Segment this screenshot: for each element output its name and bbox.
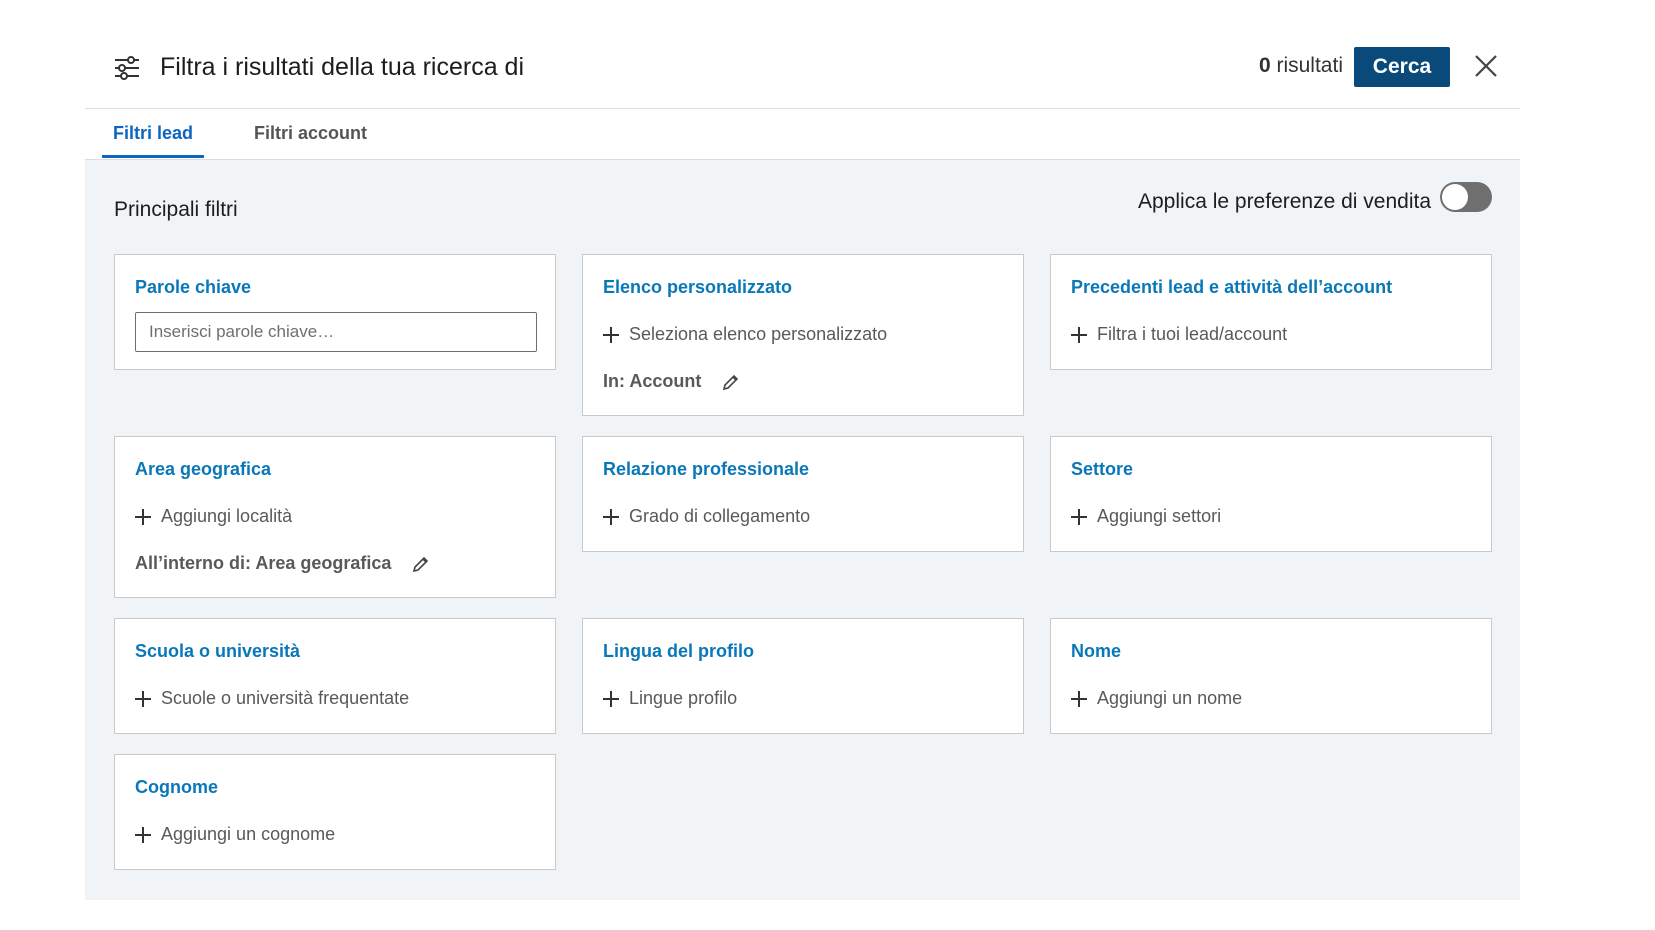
plus-icon [135,508,151,525]
add-location[interactable]: Aggiungi località [135,506,292,527]
add-profile-language[interactable]: Lingue profilo [603,688,737,709]
card-past-activity: Precedenti lead e attività dell’account … [1050,254,1492,370]
plus-icon [603,690,619,707]
scope-row: All’interno di: Area geografica [135,553,431,574]
add-label: Aggiungi settori [1097,506,1222,526]
toggle-knob [1442,184,1468,210]
filter-tabs: Filtri lead Filtri account [85,109,1520,160]
card-title: Scuola o università [135,641,301,661]
results-count: 0 risultati [1259,54,1343,78]
card-first-name: Nome Aggiungi un nome [1050,618,1492,734]
add-first-name[interactable]: Aggiungi un nome [1071,688,1242,709]
card-profile-language: Lingua del profilo Lingue profilo [582,618,1024,734]
plus-icon [135,690,151,707]
card-relationship: Relazione professionale Grado di collega… [582,436,1024,552]
card-title: Cognome [135,777,218,797]
plus-icon [1071,690,1087,707]
card-title: Lingua del profilo [603,641,754,661]
keywords-input[interactable] [135,312,537,352]
pencil-icon[interactable] [721,372,741,392]
add-industry[interactable]: Aggiungi settori [1071,506,1221,527]
results-number: 0 [1258,54,1271,77]
add-label: Seleziona elenco personalizzato [629,324,888,344]
page-title: Filtra i risultati della tua ricerca di [160,53,525,81]
scope-row: In: Account [603,371,741,392]
plus-icon [1071,508,1087,525]
card-industry: Settore Aggiungi settori [1050,436,1492,552]
card-title: Parole chiave [135,277,252,297]
search-button[interactable]: Cerca [1354,47,1450,87]
card-title: Elenco personalizzato [603,277,793,297]
sales-preferences-toggle[interactable] [1440,182,1492,212]
filter-sliders-icon [115,56,139,80]
plus-icon [135,826,151,843]
card-school: Scuola o università Scuole o università … [114,618,556,734]
pencil-icon[interactable] [411,554,431,574]
add-connection-degree[interactable]: Grado di collegamento [603,506,810,527]
add-past-activity[interactable]: Filtra i tuoi lead/account [1071,324,1287,345]
scope-label: In: Account [603,371,702,391]
add-label: Aggiungi località [161,506,293,526]
add-last-name[interactable]: Aggiungi un cognome [135,824,335,845]
add-label: Grado di collegamento [629,506,811,526]
plus-icon [603,326,619,343]
card-keywords: Parole chiave [114,254,556,370]
card-geography: Area geografica Aggiungi località All’in… [114,436,556,598]
add-label: Lingue profilo [629,688,738,708]
card-last-name: Cognome Aggiungi un cognome [114,754,556,870]
close-icon[interactable] [1472,52,1500,80]
section-title: Principali filtri [114,198,238,221]
sales-preferences-label: Applica le preferenze di vendita [1138,190,1432,213]
add-label: Filtra i tuoi lead/account [1097,324,1288,344]
add-label: Aggiungi un nome [1097,688,1243,708]
scope-label: All’interno di: Area geografica [135,553,392,573]
add-school[interactable]: Scuole o università frequentate [135,688,409,709]
add-label: Aggiungi un cognome [161,824,336,844]
card-title: Relazione professionale [603,459,810,479]
card-title: Nome [1071,641,1122,661]
results-label: risultati [1276,54,1343,77]
filter-header: Filtra i risultati della tua ricerca di … [85,30,1520,109]
card-title: Precedenti lead e attività dell’account [1071,277,1393,297]
plus-icon [603,508,619,525]
card-custom-list: Elenco personalizzato Seleziona elenco p… [582,254,1024,416]
add-label: Scuole o università frequentate [161,688,410,708]
filters-panel: Principali filtri Applica le preferenze … [85,160,1520,900]
tab-account-filters[interactable]: Filtri account [243,123,378,158]
card-title: Settore [1071,459,1134,479]
card-title: Area geografica [135,459,272,479]
tab-lead-filters[interactable]: Filtri lead [102,123,205,158]
plus-icon [1071,326,1087,343]
add-custom-list[interactable]: Seleziona elenco personalizzato [603,324,887,345]
